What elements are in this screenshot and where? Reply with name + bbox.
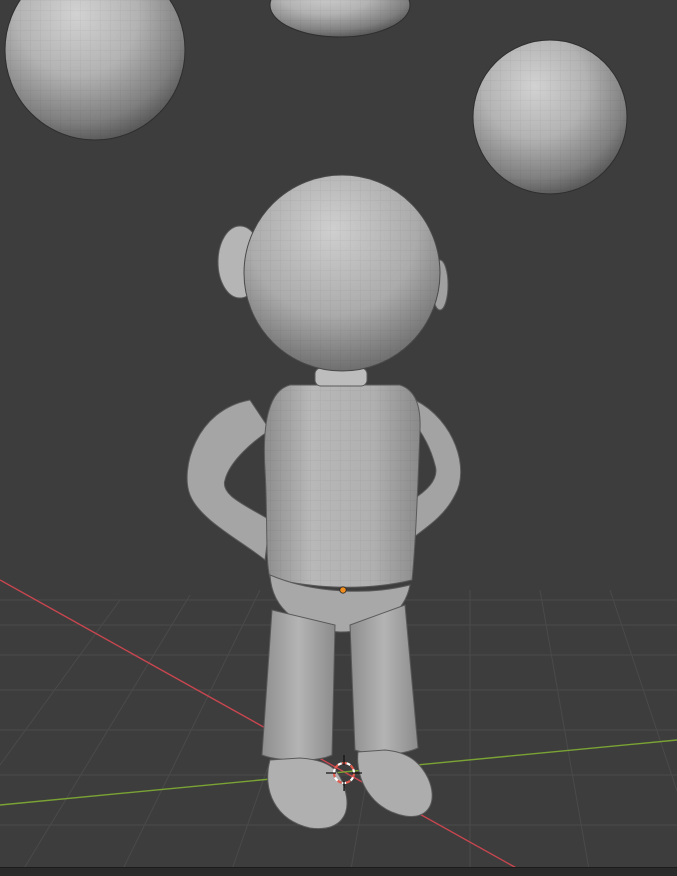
sphere-top-center[interactable] [269, 0, 411, 38]
object-origin-icon[interactable] [339, 586, 347, 594]
sphere-right[interactable] [472, 39, 628, 195]
3d-viewport[interactable] [0, 0, 677, 875]
floor-grid [0, 589, 677, 875]
x-axis-line [0, 579, 521, 871]
sphere-top-left[interactable] [4, 0, 186, 141]
character-body[interactable] [186, 174, 462, 830]
